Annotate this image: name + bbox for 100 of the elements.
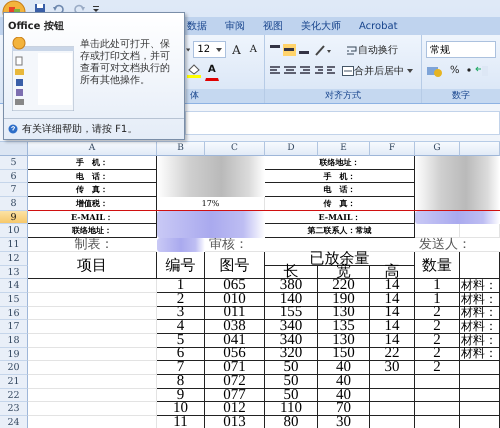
row-header[interactable]: 21 (0, 375, 28, 389)
table-cell: 6 (157, 348, 205, 362)
column-header[interactable]: C (205, 142, 265, 156)
table-cell: 011 (205, 306, 265, 320)
column-header[interactable]: A (28, 142, 157, 156)
table-cell: 7 (157, 361, 205, 375)
table-cell: 5 (157, 334, 205, 348)
table-cell: 22 (370, 348, 415, 362)
ribbon-tab[interactable]: Acrobat (355, 20, 402, 32)
row-header[interactable]: 11 (0, 238, 28, 252)
table-cell: 2 (415, 334, 460, 348)
table-cell: 14 (370, 292, 415, 307)
column-header[interactable]: D (265, 142, 318, 156)
row-header[interactable]: 6 (0, 170, 28, 184)
grow-font-button[interactable]: A (229, 40, 244, 59)
table-cell: 长 (265, 266, 318, 280)
table-cell: 50 (265, 375, 318, 389)
table-cell: 2 (415, 306, 460, 320)
ribbon-tab[interactable]: 数据 (183, 18, 211, 34)
table-cell: 50 (265, 361, 318, 375)
percent-button[interactable]: % (447, 61, 463, 80)
table-cell: 电 话： (28, 170, 157, 184)
font-color-button[interactable]: A (205, 60, 219, 81)
table-cell: 150 (318, 348, 370, 362)
table-cell: 高 (370, 266, 415, 280)
table-cell: 电 话： (265, 183, 415, 198)
table-cell: 8 (157, 375, 205, 389)
row-header[interactable]: 23 (0, 402, 28, 416)
ribbon-tab[interactable]: 视图 (259, 18, 287, 34)
table-cell: 9 (157, 388, 205, 402)
table-cell: 380 (265, 279, 318, 293)
row-header[interactable]: 12 (0, 252, 28, 266)
table-cell: 3 (157, 306, 205, 320)
table-cell: 190 (318, 292, 370, 307)
row-header[interactable]: 22 (0, 388, 28, 402)
table-cell: 2 (415, 361, 460, 375)
tooltip-description: 单击此处可打开、保存或打印文档，并可查看可对文档执行的所有其他操作。 (80, 39, 171, 88)
row-header[interactable]: 16 (0, 306, 28, 320)
table-cell: 340 (265, 320, 318, 334)
column-header[interactable]: F (370, 142, 415, 156)
row-header[interactable]: 14 (0, 279, 28, 293)
row-header[interactable]: 9 (0, 210, 28, 224)
table-cell: 4 (157, 320, 205, 334)
table-cell: E-MAIL： (265, 210, 415, 224)
table-cell: 14 (370, 306, 415, 320)
group-label: 对齐方式 (265, 89, 421, 103)
group-label: 体 (186, 89, 264, 103)
wrap-text-button[interactable]: 自动换行 (343, 40, 401, 59)
column-header[interactable]: B (157, 142, 205, 156)
row-header[interactable]: 5 (0, 156, 28, 170)
table-cell: 手 机： (28, 156, 157, 170)
column-header[interactable]: G (415, 142, 460, 156)
table-cell: 70 (318, 402, 370, 416)
table-cell: 40 (318, 388, 370, 402)
merge-center-button[interactable]: 合并后居中 (339, 61, 416, 80)
table-cell: 发送人： (415, 238, 500, 252)
row-header[interactable]: 7 (0, 183, 28, 198)
font-size-field[interactable]: 12 (193, 41, 226, 58)
row-header[interactable]: 17 (0, 320, 28, 334)
row-header[interactable]: 15 (0, 292, 28, 307)
table-cell: 072 (205, 375, 265, 389)
ribbon-tab[interactable]: 美化大师 (297, 18, 345, 34)
ribbon-tab[interactable]: 审阅 (221, 18, 249, 34)
table-cell: 50 (265, 388, 318, 402)
table-cell: 135 (318, 320, 370, 334)
row-header[interactable]: 24 (0, 416, 28, 428)
table-cell: 012 (205, 402, 265, 416)
table-cell: 材料： (460, 334, 500, 348)
table-cell: 14 (370, 279, 415, 293)
row-header[interactable]: 8 (0, 197, 28, 211)
table-cell: 041 (205, 334, 265, 348)
table-cell: 编号 (157, 252, 205, 280)
table-cell: 传 真： (28, 183, 157, 198)
table-cell: 010 (205, 292, 265, 307)
table-cell: 130 (318, 306, 370, 320)
table-cell: 14 (370, 320, 415, 334)
table-cell: 140 (265, 292, 318, 307)
table-cell: 联络地址： (28, 224, 157, 238)
shrink-font-button[interactable]: A (246, 40, 260, 59)
row-header[interactable]: 18 (0, 334, 28, 348)
table-cell: 图号 (205, 252, 265, 280)
column-header[interactable]: E (318, 142, 370, 156)
table-cell: 065 (205, 279, 265, 293)
help-text: 有关详细帮助，请按 F1。 (22, 122, 138, 136)
table-cell: 14 (370, 334, 415, 348)
row-header[interactable]: 20 (0, 361, 28, 375)
table-cell: 材料： (460, 320, 500, 334)
table-cell: 联络地址： (265, 156, 415, 170)
row-header[interactable]: 13 (0, 266, 28, 280)
table-cell: E-MAIL： (28, 210, 157, 224)
table-cell: 40 (318, 375, 370, 389)
number-format-field[interactable]: 常规 (426, 41, 496, 58)
table-cell: 第二联系人：常城 (265, 224, 415, 238)
row-header[interactable]: 10 (0, 224, 28, 238)
table-cell: 10 (157, 402, 205, 416)
table-cell: 数量 (415, 252, 460, 280)
group-label: 数字 (422, 89, 500, 103)
table-cell: 077 (205, 388, 265, 402)
row-header[interactable]: 19 (0, 348, 28, 362)
table-cell: 2 (157, 292, 205, 307)
